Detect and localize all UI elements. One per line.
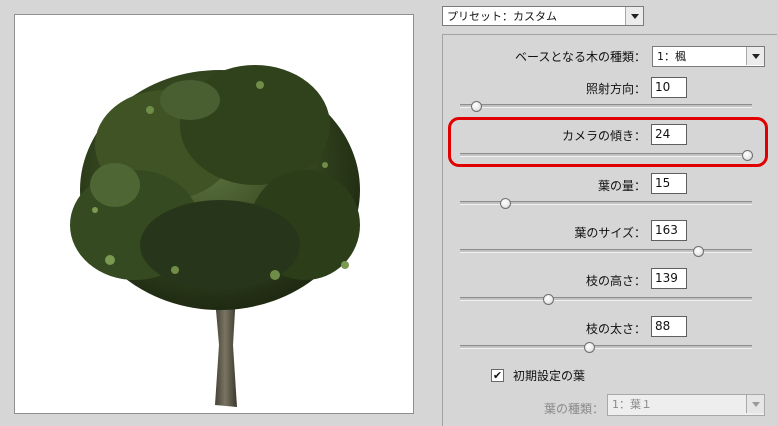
branch-thickness-input[interactable]: 88 <box>651 316 687 337</box>
base-tree-dropdown[interactable]: 1：楓 <box>652 46 765 67</box>
leaf-type-value: 1：葉１ <box>612 398 652 411</box>
light-direction-label: 照射方向： <box>585 82 646 96</box>
branch-height-input[interactable]: 139 <box>651 268 687 289</box>
base-tree-label: ベースとなる木の種類： <box>514 50 646 64</box>
branch-height-slider[interactable] <box>460 294 752 305</box>
default-leaves-label: 初期設定の葉 <box>513 369 586 383</box>
branch-thickness-slider-thumb[interactable] <box>583 342 595 353</box>
chevron-down-icon <box>630 13 639 19</box>
leaf-type-dropdown-arrow[interactable] <box>746 395 764 413</box>
default-leaves-checkbox[interactable]: ✔ <box>491 369 504 382</box>
leaf-type-dropdown[interactable]: 1：葉１ <box>607 394 765 416</box>
leaf-size-label: 葉のサイズ： <box>574 226 646 240</box>
light-direction-slider[interactable] <box>460 101 752 112</box>
leaf-size-input[interactable]: 163 <box>651 220 687 241</box>
leaf-amount-input[interactable]: 15 <box>651 173 687 194</box>
preset-label: プリセット：カスタム <box>447 10 557 23</box>
tree-image <box>70 65 360 407</box>
preset-dropdown-arrow[interactable] <box>625 7 643 25</box>
branch-thickness-label: 枝の太さ： <box>585 322 646 336</box>
base-tree-value: 1：楓 <box>657 50 686 63</box>
branch-thickness-slider[interactable] <box>460 342 752 353</box>
leaf-size-slider[interactable] <box>460 246 752 257</box>
tree-preview <box>14 14 414 414</box>
branch-height-label: 枝の高さ： <box>585 274 646 288</box>
leaf-amount-label: 葉の量： <box>597 179 646 193</box>
light-direction-input[interactable]: 10 <box>651 77 687 98</box>
leaf-type-label: 葉の種類： <box>543 402 604 416</box>
base-tree-dropdown-arrow[interactable] <box>746 47 764 65</box>
tree-render-dialog: プリセット：カスタム ベースとなる木の種類： 1：楓 照射方向： 10 カメラの… <box>0 0 777 426</box>
leaf-amount-slider[interactable] <box>460 198 752 209</box>
chevron-down-icon <box>751 53 760 59</box>
preset-dropdown[interactable]: プリセット：カスタム <box>442 6 644 26</box>
chevron-down-icon <box>751 401 760 407</box>
camera-tilt-highlight <box>448 117 768 167</box>
